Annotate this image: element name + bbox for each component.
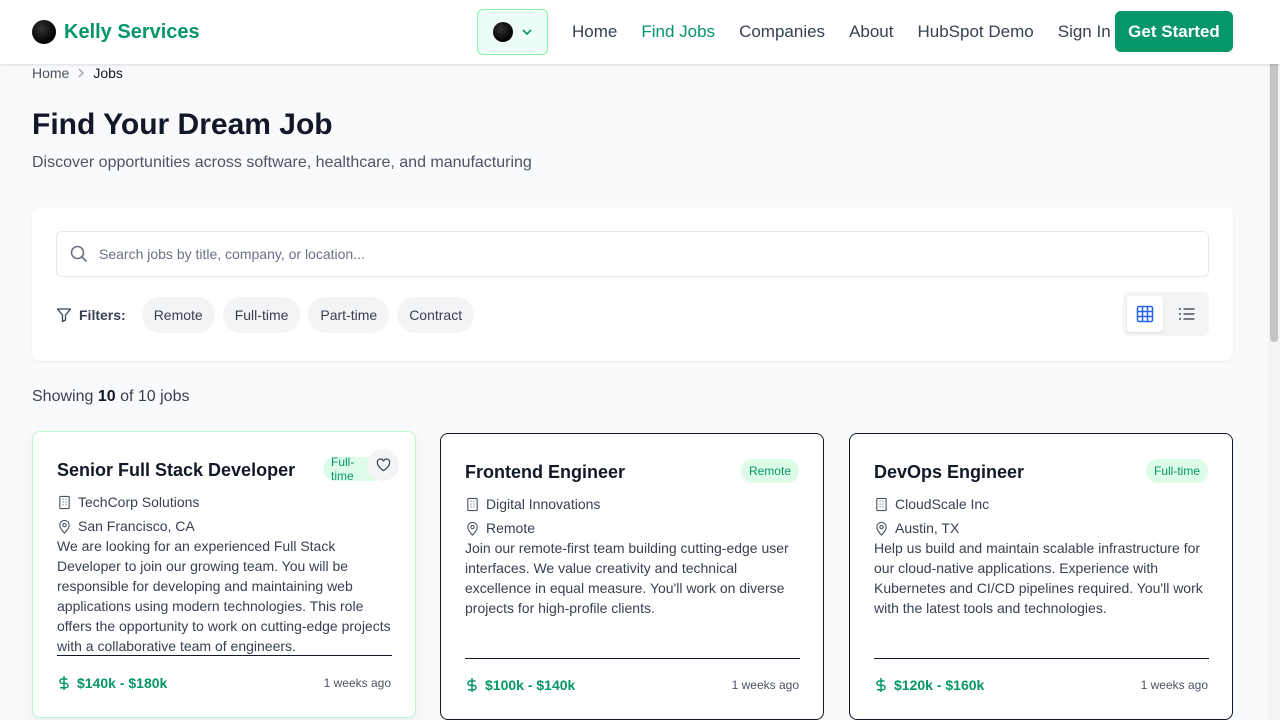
job-company-name: TechCorp Solutions bbox=[78, 494, 200, 510]
job-location-text: Remote bbox=[486, 520, 536, 536]
chevron-right-icon bbox=[78, 68, 85, 78]
results-prefix: Showing bbox=[32, 388, 94, 405]
job-title[interactable]: DevOps Engineer bbox=[874, 462, 1024, 483]
list-view-button[interactable] bbox=[1169, 296, 1205, 332]
chevron-down-icon bbox=[521, 29, 532, 36]
view-toggle bbox=[1123, 292, 1209, 336]
job-posted-time: 1 weeks ago bbox=[323, 676, 391, 690]
job-salary: $140k - $180k bbox=[57, 675, 167, 691]
job-type-badge: Remote bbox=[740, 459, 799, 483]
search-icon bbox=[70, 245, 88, 263]
job-location-text: Austin, TX bbox=[895, 520, 960, 536]
job-type-badge: Full-time bbox=[1145, 459, 1208, 483]
job-title[interactable]: Frontend Engineer bbox=[465, 462, 625, 483]
job-salary-text: $120k - $160k bbox=[894, 677, 985, 693]
building-icon bbox=[876, 497, 887, 511]
results-suffix: of 10 jobs bbox=[120, 388, 190, 405]
theme-toggle-button[interactable] bbox=[477, 9, 548, 55]
job-company-name: Digital Innovations bbox=[486, 496, 601, 512]
nav-companies[interactable]: Companies bbox=[739, 22, 825, 42]
search-box[interactable] bbox=[56, 231, 1209, 277]
search-input[interactable] bbox=[99, 246, 1208, 262]
filter-chip-part-time[interactable]: Part-time bbox=[308, 297, 390, 333]
nav-sign-in[interactable]: Sign In bbox=[1058, 22, 1111, 42]
results-count: Showing 10 of 10 jobs bbox=[32, 388, 189, 406]
job-salary: $120k - $160k bbox=[874, 677, 984, 693]
nav-hubspot-demo[interactable]: HubSpot Demo bbox=[918, 22, 1034, 42]
job-title[interactable]: Senior Full Stack Developer bbox=[57, 460, 295, 481]
list-view-icon bbox=[1179, 308, 1195, 320]
brand-name: Kelly Services bbox=[64, 20, 200, 43]
grid-view-button[interactable] bbox=[1127, 296, 1163, 332]
breadcrumb-current: Jobs bbox=[93, 65, 123, 81]
job-salary-text: $100k - $140k bbox=[485, 677, 576, 693]
breadcrumb-home[interactable]: Home bbox=[32, 65, 69, 81]
job-salary: $100k - $140k bbox=[465, 677, 575, 693]
job-company: CloudScale Inc bbox=[874, 496, 989, 512]
card-divider bbox=[465, 658, 800, 659]
map-pin-icon bbox=[876, 521, 887, 536]
filter-chip-full-time[interactable]: Full-time bbox=[222, 297, 301, 333]
card-divider bbox=[57, 655, 392, 656]
filters-label: Filters: bbox=[56, 307, 126, 323]
filter-chip-remote[interactable]: Remote bbox=[141, 297, 215, 333]
job-company: Digital Innovations bbox=[465, 496, 600, 512]
filter-chip-contract[interactable]: Contract bbox=[397, 297, 475, 333]
theme-toggle-icon bbox=[492, 22, 513, 42]
grid-view-icon bbox=[1136, 305, 1154, 323]
nav-home[interactable]: Home bbox=[572, 22, 617, 42]
filter-icon bbox=[56, 308, 72, 323]
map-pin-icon bbox=[59, 519, 70, 534]
building-icon bbox=[467, 497, 478, 511]
job-card[interactable]: DevOps Engineer Full-time CloudScale Inc… bbox=[849, 433, 1233, 720]
get-started-button[interactable]: Get Started bbox=[1115, 11, 1233, 52]
job-description: We are looking for an experienced Full S… bbox=[57, 538, 391, 654]
job-salary-text: $140k - $180k bbox=[77, 675, 168, 691]
results-shown: 10 bbox=[97, 388, 116, 405]
map-pin-icon bbox=[467, 521, 478, 536]
dollar-icon bbox=[59, 676, 69, 690]
page-title: Find Your Dream Job bbox=[32, 108, 333, 141]
card-divider bbox=[874, 658, 1209, 659]
building-icon bbox=[59, 495, 70, 509]
job-description: Help us build and maintain scalable infr… bbox=[874, 540, 1203, 616]
job-location: Remote bbox=[465, 520, 535, 536]
job-description: Join our remote-first team building cutt… bbox=[465, 540, 789, 616]
job-card[interactable]: Senior Full Stack Developer Full-time Te… bbox=[32, 431, 416, 718]
save-job-button[interactable] bbox=[367, 449, 399, 481]
brand-logo-icon bbox=[32, 20, 56, 44]
nav-find-jobs[interactable]: Find Jobs bbox=[641, 22, 715, 42]
filters-label-text: Filters: bbox=[79, 307, 126, 323]
dollar-icon bbox=[876, 678, 886, 692]
page-subtitle: Discover opportunities across software, … bbox=[32, 154, 532, 171]
main-nav: Home Find Jobs Companies About HubSpot D… bbox=[572, 22, 1111, 42]
job-card[interactable]: Frontend Engineer Remote Digital Innovat… bbox=[440, 433, 824, 720]
dollar-icon bbox=[467, 678, 477, 692]
job-location: Austin, TX bbox=[874, 520, 959, 536]
job-company-name: CloudScale Inc bbox=[895, 496, 990, 512]
nav-about[interactable]: About bbox=[849, 22, 893, 42]
page-scrollbar[interactable] bbox=[1268, 0, 1280, 720]
filters-row: Filters: Remote Full-time Part-time Cont… bbox=[56, 297, 475, 333]
heart-icon bbox=[376, 458, 390, 472]
job-company: TechCorp Solutions bbox=[57, 494, 199, 510]
brand-logo[interactable]: Kelly Services bbox=[32, 20, 200, 44]
job-posted-time: 1 weeks ago bbox=[1140, 678, 1208, 692]
job-location-text: San Francisco, CA bbox=[78, 518, 195, 534]
job-location: San Francisco, CA bbox=[57, 518, 195, 534]
breadcrumb: Home Jobs bbox=[32, 65, 123, 81]
search-filter-panel: Filters: Remote Full-time Part-time Cont… bbox=[32, 207, 1233, 361]
job-posted-time: 1 weeks ago bbox=[731, 678, 799, 692]
top-navbar: Kelly Services Home Find Jobs Companies … bbox=[0, 0, 1280, 64]
